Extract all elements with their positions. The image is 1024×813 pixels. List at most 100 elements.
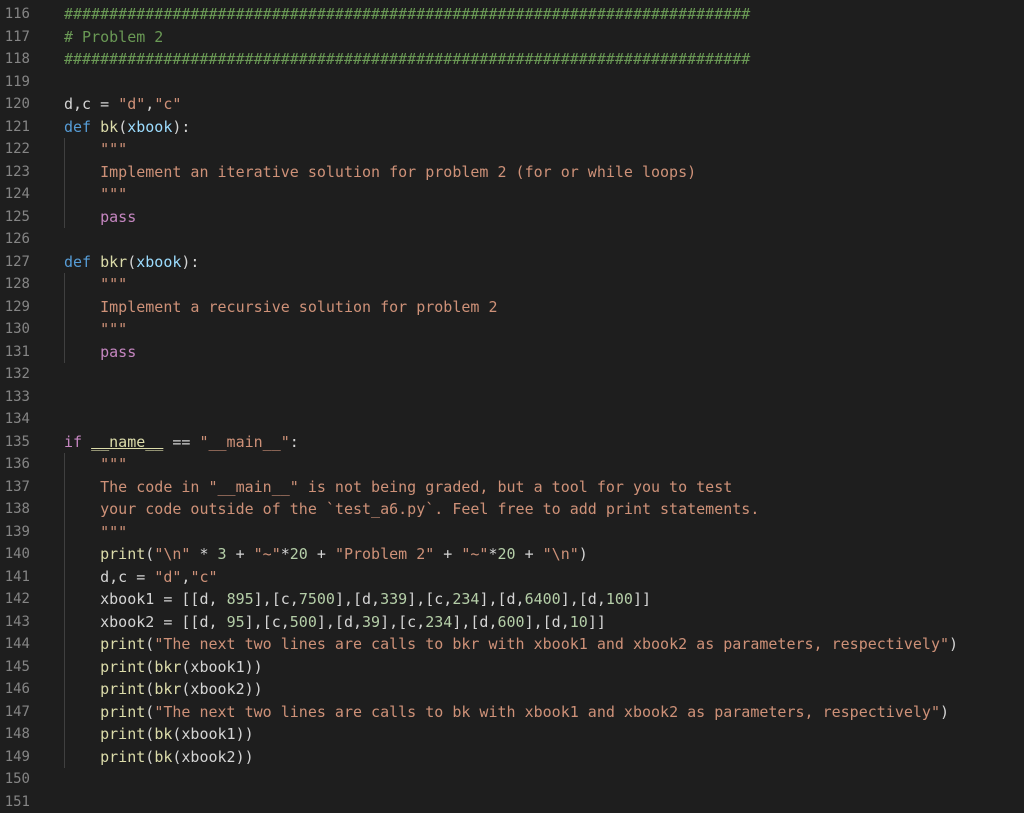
line-number: 123 [0, 161, 30, 184]
code-token: "c" [190, 568, 217, 586]
code-token: "d" [118, 95, 145, 113]
code-text: print(bk(xbook1)) [64, 723, 254, 746]
code-line[interactable]: 138 your code outside of the `test_a6.py… [0, 498, 1024, 521]
code-token: "d" [154, 568, 181, 586]
code-token [82, 433, 91, 451]
code-token: + [516, 545, 543, 563]
line-number: 122 [0, 138, 30, 161]
code-line[interactable]: 124 """ [0, 183, 1024, 206]
code-token: ],[d, [317, 613, 362, 631]
code-token: print [100, 725, 145, 743]
code-token: ( [118, 118, 127, 136]
code-token: bkr [154, 680, 181, 698]
line-number: 125 [0, 206, 30, 229]
code-token: bk [100, 118, 118, 136]
code-token: xbook2 = [[d, [64, 613, 227, 631]
code-text: pass [64, 206, 136, 229]
code-token [64, 545, 100, 563]
code-line[interactable]: 125 pass [0, 206, 1024, 229]
code-token: """ [100, 320, 127, 338]
line-number: 141 [0, 566, 30, 589]
code-token: 20 [498, 545, 516, 563]
code-token: ( [127, 253, 136, 271]
code-text: print(bkr(xbook2)) [64, 678, 263, 701]
code-token: + [434, 545, 461, 563]
code-text: """ [64, 138, 127, 161]
code-token: ]] [633, 590, 651, 608]
code-line[interactable]: 128 """ [0, 273, 1024, 296]
code-line[interactable]: 122 """ [0, 138, 1024, 161]
code-token: if [64, 433, 82, 451]
code-token: 100 [606, 590, 633, 608]
code-token: def [64, 118, 91, 136]
code-token: "c" [154, 95, 181, 113]
code-line[interactable]: 126 [0, 228, 1024, 251]
code-token [64, 703, 100, 721]
code-token [64, 320, 100, 338]
code-line[interactable]: 118#####################################… [0, 48, 1024, 71]
code-token [64, 658, 100, 676]
code-line[interactable]: 134 [0, 408, 1024, 431]
code-token: """ [100, 523, 127, 541]
code-line[interactable]: 117# Problem 2 [0, 26, 1024, 49]
code-token: ( [145, 545, 154, 563]
code-token [91, 253, 100, 271]
code-token: , [145, 95, 154, 113]
code-line[interactable]: 143 xbook2 = [[d, 95],[c,500],[d,39],[c,… [0, 611, 1024, 634]
code-token: ],[c, [407, 590, 452, 608]
code-line[interactable]: 140 print("\n" * 3 + "~"*20 + "Problem 2… [0, 543, 1024, 566]
code-line[interactable]: 116#####################################… [0, 3, 1024, 26]
code-text: The code in "__main__" is not being grad… [64, 476, 732, 499]
code-line[interactable]: 127def bkr(xbook): [0, 251, 1024, 274]
code-line[interactable]: 129 Implement a recursive solution for p… [0, 296, 1024, 319]
code-line[interactable]: 133 [0, 386, 1024, 409]
code-text: """ [64, 521, 127, 544]
code-token: 234 [425, 613, 452, 631]
code-line[interactable]: 146 print(bkr(xbook2)) [0, 678, 1024, 701]
code-line[interactable]: 147 print("The next two lines are calls … [0, 701, 1024, 724]
code-line[interactable]: 121def bk(xbook): [0, 116, 1024, 139]
code-line[interactable]: 148 print(bk(xbook1)) [0, 723, 1024, 746]
code-line[interactable]: 130 """ [0, 318, 1024, 341]
line-number: 129 [0, 296, 30, 319]
code-token: ) [579, 545, 588, 563]
code-token: == [163, 433, 199, 451]
line-number: 132 [0, 363, 30, 386]
code-token: """ [100, 140, 127, 158]
code-text: Implement a recursive solution for probl… [64, 296, 497, 319]
code-line[interactable]: 139 """ [0, 521, 1024, 544]
code-line[interactable]: 135if __name__ == "__main__": [0, 431, 1024, 454]
code-token: * [190, 545, 217, 563]
code-token: + [227, 545, 254, 563]
line-number: 149 [0, 746, 30, 769]
code-line[interactable]: 142 xbook1 = [[d, 895],[c,7500],[d,339],… [0, 588, 1024, 611]
code-line[interactable]: 119 [0, 71, 1024, 94]
line-number: 136 [0, 453, 30, 476]
line-number: 128 [0, 273, 30, 296]
code-token: : [290, 433, 299, 451]
code-line[interactable]: 145 print(bkr(xbook1)) [0, 656, 1024, 679]
code-line[interactable]: 123 Implement an iterative solution for … [0, 161, 1024, 184]
code-token: "\n" [154, 545, 190, 563]
code-line[interactable]: 131 pass [0, 341, 1024, 364]
code-text: print("The next two lines are calls to b… [64, 701, 949, 724]
code-line[interactable]: 132 [0, 363, 1024, 386]
code-line[interactable]: 150 [0, 768, 1024, 791]
code-line[interactable]: 120d,c = "d","c" [0, 93, 1024, 116]
code-token: Implement a recursive solution for probl… [64, 298, 497, 316]
line-number: 133 [0, 386, 30, 409]
code-token: """ [100, 275, 127, 293]
code-editor[interactable]: 116#####################################… [0, 3, 1024, 805]
code-token: 339 [380, 590, 407, 608]
code-line[interactable]: 137 The code in "__main__" is not being … [0, 476, 1024, 499]
code-token: """ [100, 455, 127, 473]
code-line[interactable]: 136 """ [0, 453, 1024, 476]
code-text: def bkr(xbook): [64, 251, 199, 274]
code-token: 7500 [299, 590, 335, 608]
code-line[interactable]: 144 print("The next two lines are calls … [0, 633, 1024, 656]
code-token: 95 [227, 613, 245, 631]
code-line[interactable]: 141 d,c = "d","c" [0, 566, 1024, 589]
code-line[interactable]: 149 print(bk(xbook2)) [0, 746, 1024, 769]
code-token: print [100, 635, 145, 653]
code-token [64, 208, 100, 226]
